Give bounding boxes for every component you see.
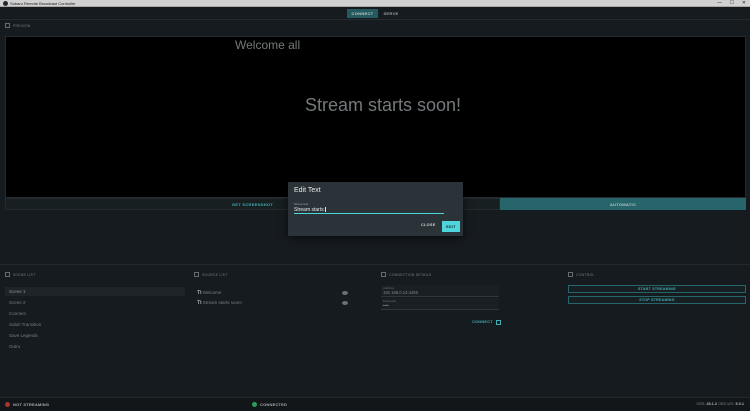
edit-button[interactable]: EDIT xyxy=(442,221,460,232)
edit-text-dialog: Edit Text Scene text Stream starts xyxy=(288,182,463,236)
text-caret xyxy=(324,207,326,212)
close-button[interactable]: CLOSE xyxy=(421,223,436,227)
dialog-title: Edit Text xyxy=(294,187,321,194)
scene-text-input[interactable]: Stream starts xyxy=(294,206,444,214)
